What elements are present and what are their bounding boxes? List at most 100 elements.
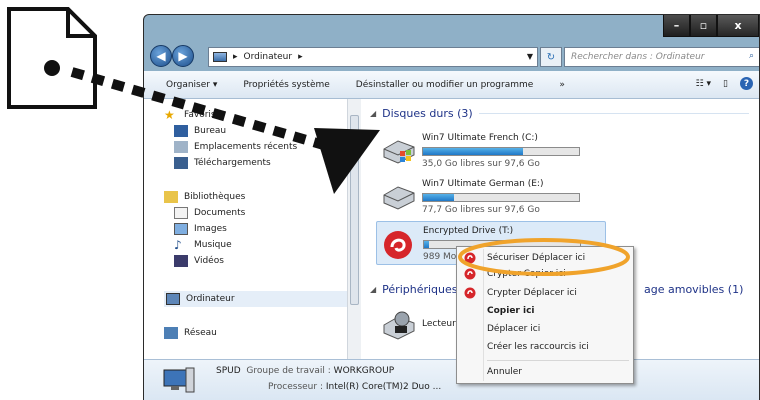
nav-item-label: Téléchargements xyxy=(194,158,271,168)
maximize-button[interactable]: ▫ xyxy=(690,15,717,37)
content-area: ★ Favoris Bureau Emplacements récents Té… xyxy=(144,99,759,359)
collapse-arrow-icon[interactable]: ◢ xyxy=(370,109,376,118)
downloads-icon xyxy=(174,157,188,169)
menu-item-encrypt-copy[interactable]: Crypter Copier ici xyxy=(487,269,566,279)
nav-libraries-label: Bibliothèques xyxy=(184,192,246,202)
nav-libraries[interactable]: Bibliothèques xyxy=(164,191,245,203)
menu-item-encrypt-move[interactable]: Crypter Déplacer ici xyxy=(487,288,577,298)
music-icon: ♪ xyxy=(174,238,182,252)
hard-drive-windows-icon xyxy=(383,140,415,164)
collapse-arrow-icon[interactable]: ◢ xyxy=(370,285,376,294)
scrollbar-thumb[interactable] xyxy=(350,115,359,305)
computer-icon xyxy=(166,293,180,305)
removable-heading[interactable]: ◢ Périphériques xyxy=(370,283,458,296)
nav-item-images[interactable]: Images xyxy=(174,223,227,235)
menu-item-move[interactable]: Déplacer ici xyxy=(487,324,540,334)
images-icon xyxy=(174,223,188,235)
address-separator: ▸ xyxy=(233,52,238,62)
encrypt-move-icon xyxy=(464,287,476,299)
address-separator-end: ▸ xyxy=(298,52,303,62)
close-button[interactable]: x xyxy=(717,15,759,37)
nav-favorites-label: Favoris xyxy=(184,110,216,120)
nav-item-videos[interactable]: Vidéos xyxy=(174,255,224,267)
command-bar: Organiser ▾ Propriétés système Désinstal… xyxy=(144,71,759,99)
nav-item-documents[interactable]: Documents xyxy=(174,207,245,219)
document-icon xyxy=(7,7,97,109)
desktop-icon xyxy=(174,125,188,137)
menu-gutter xyxy=(483,249,484,381)
nav-item-label: Emplacements récents xyxy=(194,142,298,152)
workgroup-label: Groupe de travail : xyxy=(246,366,331,376)
minimize-button[interactable]: – xyxy=(663,15,690,37)
details-line-2: Processeur : Intel(R) Core(TM)2 Duo ... xyxy=(268,382,441,392)
drive-usage-fill xyxy=(423,194,455,201)
computer-icon xyxy=(213,52,227,62)
nav-item-desktop[interactable]: Bureau xyxy=(174,125,226,137)
address-path[interactable]: Ordinateur xyxy=(244,52,293,62)
nav-item-music[interactable]: ♪ Musique xyxy=(174,239,232,251)
drive-usage-bar xyxy=(422,147,580,156)
nav-item-recent[interactable]: Emplacements récents xyxy=(174,141,297,153)
nav-item-label: Vidéos xyxy=(194,256,224,266)
library-icon xyxy=(164,191,178,203)
nav-item-label: Documents xyxy=(194,208,246,218)
search-icon[interactable]: ⌕ xyxy=(749,51,754,61)
refresh-icon[interactable]: ↻ xyxy=(540,47,562,67)
forward-arrow-icon[interactable]: ▶ xyxy=(172,45,194,67)
address-bar[interactable]: ▸ Ordinateur ▸ ▼ xyxy=(208,47,538,67)
drive-free-space: 35,0 Go libres sur 97,6 Go xyxy=(422,159,540,169)
drive-c[interactable]: Win7 Ultimate French (C:) 35,0 Go libres… xyxy=(376,129,606,173)
hard-drives-heading-label: Disques durs (3) xyxy=(382,107,473,120)
dvd-drive-label: Lecteur xyxy=(422,319,456,329)
hard-drives-heading[interactable]: ◢ Disques durs (3) xyxy=(370,107,749,120)
nav-network[interactable]: Réseau xyxy=(164,327,217,339)
encrypt-copy-icon xyxy=(464,268,476,280)
organize-button[interactable]: Organiser ▾ xyxy=(166,80,217,90)
details-pane: SPUD Groupe de travail : WORKGROUP M Pro… xyxy=(144,359,759,400)
dvd-drive-icon xyxy=(383,311,415,340)
drive-name: Win7 Ultimate French (C:) xyxy=(422,133,538,143)
drive-usage-bar xyxy=(422,193,580,202)
drive-free-space: 989 Mo xyxy=(423,252,457,262)
search-placeholder: Rechercher dans : Ordinateur xyxy=(571,52,705,62)
system-properties-button[interactable]: Propriétés système xyxy=(243,80,329,90)
drive-free-space: 77,7 Go libres sur 97,6 Go xyxy=(422,205,540,215)
secure-move-icon xyxy=(464,252,476,264)
back-arrow-icon[interactable]: ◀ xyxy=(150,45,172,67)
uninstall-button[interactable]: Désinstaller ou modifier un programme xyxy=(356,80,534,90)
explorer-window: – ▫ x ◀ ▶ ▸ Ordinateur ▸ ▼ ↻ Rechercher … xyxy=(143,14,760,400)
nav-computer[interactable]: Ordinateur xyxy=(164,291,348,307)
hard-drive-icon xyxy=(383,186,415,210)
network-icon xyxy=(164,327,178,339)
address-dropdown-icon[interactable]: ▼ xyxy=(527,52,533,61)
view-options-icon[interactable]: ☷ ▾ xyxy=(696,79,711,89)
search-input[interactable]: Rechercher dans : Ordinateur ⌕ xyxy=(564,47,759,67)
documents-icon xyxy=(174,207,188,219)
drive-e[interactable]: Win7 Ultimate German (E:) 77,7 Go libres… xyxy=(376,175,606,219)
nav-item-downloads[interactable]: Téléchargements xyxy=(174,157,271,169)
nav-item-label: Bureau xyxy=(194,126,227,136)
dvd-drive[interactable]: Lecteur xyxy=(376,303,466,347)
encrypted-drive-icon xyxy=(384,231,412,259)
computer-name: SPUD xyxy=(216,366,241,376)
removable-heading-start: Périphériques xyxy=(382,283,458,296)
nav-scrollbar[interactable] xyxy=(347,99,361,359)
nav-item-label: Musique xyxy=(194,240,232,250)
menu-item-cancel[interactable]: Annuler xyxy=(487,367,522,377)
drive-usage-fill xyxy=(424,241,429,248)
nav-computer-label: Ordinateur xyxy=(186,294,235,304)
menu-item-secure-move[interactable]: Sécuriser Déplacer ici xyxy=(487,253,585,263)
drive-name: Encrypted Drive (T:) xyxy=(423,226,514,236)
preview-pane-icon[interactable]: ▯ xyxy=(723,79,728,89)
menu-separator xyxy=(487,360,629,361)
menu-item-create-shortcuts[interactable]: Créer les raccourcis ici xyxy=(487,342,589,352)
help-icon[interactable]: ? xyxy=(740,77,753,90)
more-commands-button[interactable]: » xyxy=(559,80,565,90)
star-icon: ★ xyxy=(164,108,175,122)
window-controls: – ▫ x xyxy=(663,15,759,37)
computer-icon xyxy=(163,367,195,393)
divider xyxy=(478,113,749,114)
context-menu: Sécuriser Déplacer ici Crypter Copier ic… xyxy=(456,246,634,384)
nav-favorites[interactable]: ★ Favoris xyxy=(164,109,216,121)
menu-item-copy[interactable]: Copier ici xyxy=(487,306,535,316)
